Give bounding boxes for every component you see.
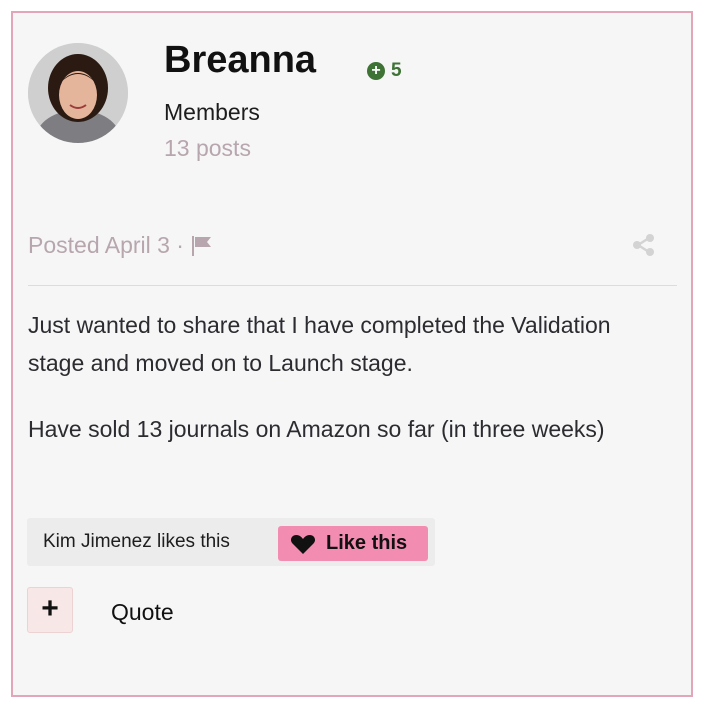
multiquote-button[interactable]: + <box>27 587 73 633</box>
post-paragraph: Have sold 13 journals on Amazon so far (… <box>28 416 605 442</box>
likes-summary[interactable]: Kim Jimenez likes this <box>43 531 230 553</box>
post-date: Posted April 3 · <box>28 232 184 258</box>
like-button[interactable]: Like this <box>278 526 428 561</box>
avatar[interactable] <box>28 43 128 143</box>
member-group: Members <box>164 99 260 125</box>
reputation-badge: + 5 <box>367 60 402 82</box>
plus-circle-icon: + <box>367 62 385 80</box>
post-content: Just wanted to share that I have complet… <box>28 306 668 476</box>
post-meta: Posted April 3 · <box>28 232 214 259</box>
forum-post: Breanna + 5 Members 13 posts Posted Apri… <box>11 11 693 697</box>
reputation-count: 5 <box>391 60 402 81</box>
divider <box>28 285 677 286</box>
share-icon[interactable] <box>632 233 656 257</box>
reactions-bar: Kim Jimenez likes this Like this <box>27 518 435 566</box>
heart-icon <box>290 534 316 554</box>
avatar-image <box>28 43 128 143</box>
author-name[interactable]: Breanna <box>164 41 316 79</box>
post-count: 13 posts <box>164 135 251 161</box>
flag-icon[interactable] <box>190 235 214 257</box>
like-button-label: Like this <box>326 532 408 554</box>
post-paragraph: Just wanted to share that I have complet… <box>28 312 611 376</box>
quote-button[interactable]: Quote <box>111 599 174 626</box>
